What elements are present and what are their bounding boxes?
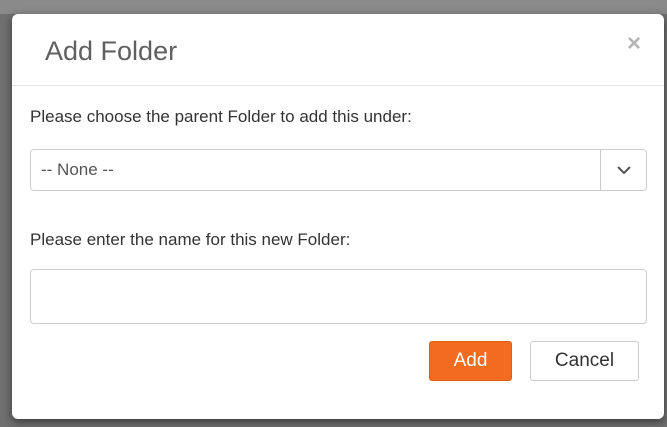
close-icon[interactable]: × (622, 32, 646, 56)
parent-folder-label: Please choose the parent Folder to add t… (30, 107, 412, 126)
add-button[interactable]: Add (429, 341, 512, 381)
dialog-title: Add Folder (45, 36, 178, 66)
dialog-header: Add Folder × (12, 14, 664, 86)
cancel-button[interactable]: Cancel (530, 341, 639, 381)
background-page-strip (0, 0, 667, 14)
parent-folder-selected-value: -- None -- (41, 160, 114, 179)
parent-folder-select[interactable]: -- None -- (30, 149, 647, 191)
folder-name-input[interactable] (30, 269, 647, 324)
folder-name-label: Please enter the name for this new Folde… (30, 230, 351, 249)
chevron-down-icon (617, 166, 631, 175)
add-folder-dialog: Add Folder × Please choose the parent Fo… (12, 14, 664, 419)
dropdown-toggle[interactable] (600, 150, 646, 190)
